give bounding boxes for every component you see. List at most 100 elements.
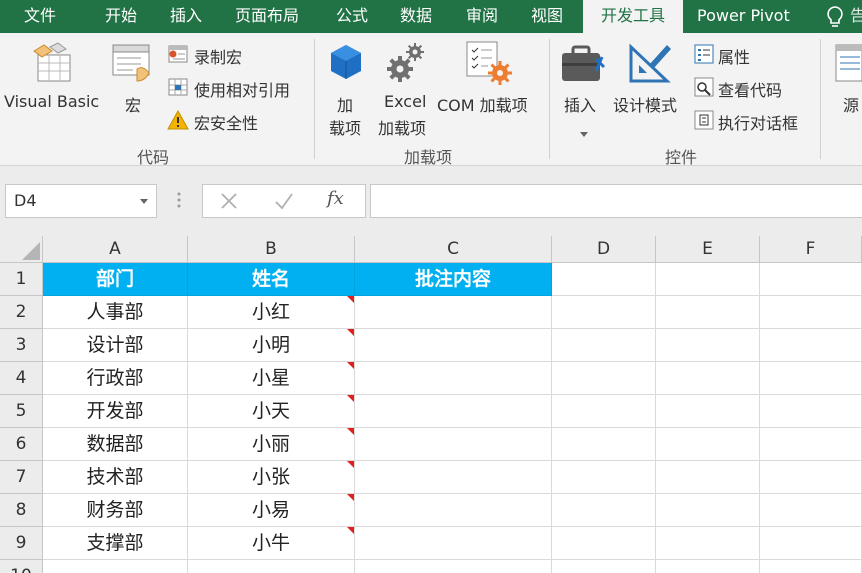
tab-insert[interactable]: 插入 [170,0,202,33]
toolbox-icon[interactable] [560,43,608,89]
macro-icon[interactable] [111,41,155,89]
insert-control-button[interactable]: 插入 [564,92,596,116]
cell-e9[interactable] [656,527,760,560]
cell-c4[interactable] [355,362,552,395]
macro-security-button[interactable]: 宏安全性 [194,110,258,134]
cell-d10[interactable] [552,560,656,573]
cell-a4[interactable]: 行政部 [43,362,188,395]
cell-f2[interactable] [760,296,862,329]
cell-c9[interactable] [355,527,552,560]
cell-d3[interactable] [552,329,656,362]
chevron-down-icon[interactable] [140,199,148,204]
cell-a2[interactable]: 人事部 [43,296,188,329]
cell-d9[interactable] [552,527,656,560]
row-header-4[interactable]: 4 [0,362,43,395]
macro-button[interactable]: 宏 [125,92,141,116]
cell-d8[interactable] [552,494,656,527]
cell-c3[interactable] [355,329,552,362]
cell-d5[interactable] [552,395,656,428]
column-header-e[interactable]: E [656,236,760,263]
cell-e8[interactable] [656,494,760,527]
row-header-7[interactable]: 7 [0,461,43,494]
design-mode-button[interactable]: 设计模式 [613,92,677,116]
column-header-c[interactable]: C [355,236,552,263]
cell-a7[interactable]: 技术部 [43,461,188,494]
cell-d7[interactable] [552,461,656,494]
comment-indicator[interactable] [347,428,354,435]
properties-button[interactable]: 属性 [718,44,750,68]
cell-b7[interactable]: 小张 [188,461,355,494]
view-code-button[interactable]: 查看代码 [718,77,782,101]
cell-b1[interactable]: 姓名 [188,263,355,296]
cell-f5[interactable] [760,395,862,428]
com-addins-icon[interactable] [464,39,514,91]
cell-b6[interactable]: 小丽 [188,428,355,461]
addins-icon[interactable] [328,43,364,87]
row-header-3[interactable]: 3 [0,329,43,362]
cell-a3[interactable]: 设计部 [43,329,188,362]
cell-e4[interactable] [656,362,760,395]
relative-reference-button[interactable]: 使用相对引用 [194,77,290,101]
cell-b3[interactable]: 小明 [188,329,355,362]
addins-button[interactable]: 加 [337,92,353,116]
cell-e10[interactable] [656,560,760,573]
excel-addins-gear-icon[interactable] [384,41,428,89]
comment-indicator[interactable] [347,329,354,336]
cell-a10[interactable] [43,560,188,573]
cell-e1[interactable] [656,263,760,296]
comment-indicator[interactable] [347,362,354,369]
column-header-b[interactable]: B [188,236,355,263]
cell-c6[interactable] [355,428,552,461]
tab-home[interactable]: 开始 [105,0,137,33]
cell-f3[interactable] [760,329,862,362]
cell-b2[interactable]: 小红 [188,296,355,329]
cell-c10[interactable] [355,560,552,573]
cell-a5[interactable]: 开发部 [43,395,188,428]
tab-power-pivot[interactable]: Power Pivot [697,0,790,33]
worksheet-grid[interactable]: A B C D E F 1 部门 姓名 批注内容 2 人事部 小红 3 设计部 小明 4 行政部 小星 5 开发部 小天 6… [0,236,862,573]
cell-b4[interactable]: 小星 [188,362,355,395]
comment-indicator[interactable] [347,494,354,501]
cell-f9[interactable] [760,527,862,560]
addins-button-line2[interactable]: 载项 [329,115,361,139]
tab-page-layout[interactable]: 页面布局 [235,0,299,33]
tab-data[interactable]: 数据 [400,0,432,33]
row-header-5[interactable]: 5 [0,395,43,428]
cell-f4[interactable] [760,362,862,395]
cell-e2[interactable] [656,296,760,329]
source-button[interactable]: 源 [843,92,859,116]
design-mode-icon[interactable] [627,41,673,89]
record-macro-button[interactable]: 录制宏 [194,44,242,68]
column-header-d[interactable]: D [552,236,656,263]
column-header-a[interactable]: A [43,236,188,263]
excel-addins-button[interactable]: Excel [384,92,426,111]
row-header-1[interactable]: 1 [0,263,43,296]
cell-e5[interactable] [656,395,760,428]
visual-basic-icon[interactable] [30,41,74,89]
check-icon[interactable] [274,192,294,214]
comment-indicator[interactable] [347,395,354,402]
cell-d6[interactable] [552,428,656,461]
cell-c5[interactable] [355,395,552,428]
cell-e3[interactable] [656,329,760,362]
cell-c2[interactable] [355,296,552,329]
tab-view[interactable]: 视图 [531,0,563,33]
cell-b9[interactable]: 小牛 [188,527,355,560]
cell-f6[interactable] [760,428,862,461]
excel-addins-button-line2[interactable]: 加载项 [378,115,426,139]
cell-a8[interactable]: 财务部 [43,494,188,527]
cell-e7[interactable] [656,461,760,494]
row-header-6[interactable]: 6 [0,428,43,461]
cell-f7[interactable] [760,461,862,494]
tab-formulas[interactable]: 公式 [336,0,368,33]
visual-basic-button[interactable]: Visual Basic [4,92,99,111]
tell-me-text[interactable]: 告 [850,0,862,33]
chevron-down-icon[interactable] [580,123,588,142]
tab-review[interactable]: 审阅 [466,0,498,33]
cell-b8[interactable]: 小易 [188,494,355,527]
cell-d2[interactable] [552,296,656,329]
name-box[interactable]: D4 [5,184,157,218]
cell-e6[interactable] [656,428,760,461]
row-header-8[interactable]: 8 [0,494,43,527]
cell-d1[interactable] [552,263,656,296]
